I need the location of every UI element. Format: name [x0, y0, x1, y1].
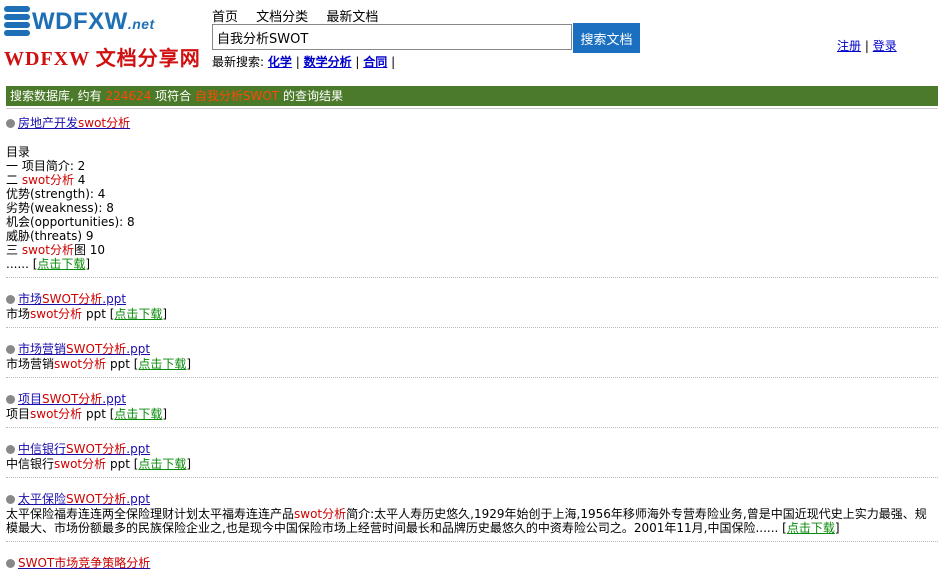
result-item: 房地产开发swot分析 目录 一 项目简介: 2 二 swot分析 4 优势(s… [6, 114, 938, 271]
result-snippet: 市场swot分析 ppt [点击下载] [6, 307, 168, 321]
result-snippet: 太平保险福寿连连两全保险理财计划太平福寿连连产品swot分析简介:太平人寿历史悠… [6, 507, 927, 535]
result-title-link[interactable]: 太平保险SWOT分析.ppt [18, 492, 150, 506]
divider [6, 541, 938, 542]
result-title-link[interactable]: 市场SWOT分析.ppt [18, 292, 126, 306]
divider [6, 327, 938, 328]
search-input[interactable] [212, 24, 572, 50]
download-link[interactable]: 点击下载 [37, 257, 85, 271]
result-snippet: 中信银行swot分析 ppt [点击下载] [6, 457, 192, 471]
recent-searches: 最新搜索: 化学 | 数学分析 | 合同 | [212, 55, 396, 69]
divider [6, 377, 938, 378]
download-link[interactable]: 点击下载 [787, 521, 835, 535]
bullet-icon [6, 395, 15, 404]
results-list: 房地产开发swot分析 目录 一 项目简介: 2 二 swot分析 4 优势(s… [6, 114, 938, 571]
result-summary-bar: 搜索数据库, 约有 224624 项符合 自我分析SWOT 的查询结果 [6, 86, 938, 106]
result-item: 项目SWOT分析.ppt 项目swot分析 ppt [点击下载] [6, 390, 938, 421]
bullet-icon [6, 559, 15, 568]
register-link[interactable]: 注册 [837, 39, 861, 53]
bullet-icon [6, 345, 15, 354]
divider [6, 477, 938, 478]
result-item: 中信银行SWOT分析.ppt 中信银行swot分析 ppt [点击下载] [6, 440, 938, 471]
result-count: 224624 [105, 89, 152, 103]
result-snippet: 目录 一 项目简介: 2 二 swot分析 4 优势(strength): 4 … [6, 145, 135, 271]
bullet-icon [6, 119, 15, 128]
recent-item-contract[interactable]: 合同 [363, 55, 387, 69]
result-item: 市场SWOT分析.ppt 市场swot分析 ppt [点击下载] [6, 290, 938, 321]
recent-item-chemistry[interactable]: 化学 [268, 55, 292, 69]
nav-categories[interactable]: 文档分类 [256, 10, 308, 25]
logo-en: WDFXW [32, 8, 128, 35]
bullet-icon [6, 495, 15, 504]
site-logo[interactable]: WDFXW.net WDFXW 文档分享网 [4, 4, 200, 72]
top-nav: 首页 文档分类 最新文档 [212, 6, 392, 25]
nav-home[interactable]: 首页 [212, 10, 238, 25]
login-link[interactable]: 登录 [873, 39, 897, 53]
user-links: 注册 | 登录 [837, 39, 897, 53]
logo-cn: WDFXW 文档分享网 [4, 48, 201, 70]
result-item: SWOT市场竞争策略分析 [6, 554, 938, 571]
result-title-link[interactable]: 项目SWOT分析.ppt [18, 392, 126, 406]
search-form: 搜索文档 [212, 23, 640, 53]
result-title-link[interactable]: 房地产开发swot分析 [18, 116, 130, 130]
result-item: 市场营销SWOT分析.ppt 市场营销swot分析 ppt [点击下载] [6, 340, 938, 371]
download-link[interactable]: 点击下载 [114, 407, 162, 421]
result-title-link[interactable]: 中信银行SWOT分析.ppt [18, 442, 150, 456]
recent-label: 最新搜索: [212, 55, 265, 69]
bullet-icon [6, 295, 15, 304]
result-title-link[interactable]: SWOT市场竞争策略分析 [18, 556, 150, 570]
result-query: 自我分析SWOT [194, 89, 280, 103]
divider [6, 277, 938, 278]
divider [6, 108, 938, 109]
result-snippet: 市场营销swot分析 ppt [点击下载] [6, 357, 192, 371]
result-title-link[interactable]: 市场营销SWOT分析.ppt [18, 342, 150, 356]
recent-item-math-analysis[interactable]: 数学分析 [304, 55, 352, 69]
result-snippet: 项目swot分析 ppt [点击下载] [6, 407, 168, 421]
nav-latest[interactable]: 最新文档 [326, 10, 378, 25]
search-button[interactable]: 搜索文档 [573, 23, 640, 53]
bullet-icon [6, 445, 15, 454]
download-link[interactable]: 点击下载 [114, 307, 162, 321]
download-link[interactable]: 点击下载 [138, 457, 186, 471]
header: WDFXW.net WDFXW 文档分享网 首页 文档分类 最新文档 搜索文档 … [0, 0, 944, 84]
logo-suffix: .net [127, 16, 155, 32]
divider [6, 427, 938, 428]
result-item: 太平保险SWOT分析.ppt 太平保险福寿连连两全保险理财计划太平福寿连连产品s… [6, 490, 938, 535]
logo-w-icon [4, 6, 30, 36]
download-link[interactable]: 点击下载 [138, 357, 186, 371]
